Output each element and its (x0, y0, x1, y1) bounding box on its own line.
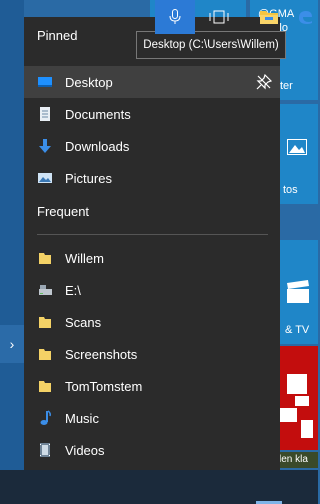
start-left-rail (0, 0, 24, 470)
documents-icon (37, 106, 53, 122)
music-icon (37, 410, 53, 426)
jump-item-label: Screenshots (65, 346, 138, 362)
microphone-icon (169, 9, 181, 24)
jump-item-scans[interactable]: Scans (24, 306, 280, 338)
tile-bottom[interactable]: len kla (275, 452, 318, 468)
jump-item-documents[interactable]: Documents (24, 98, 280, 130)
jump-item-pictures[interactable]: Pictures (24, 162, 280, 194)
tile-mail-label: ter (280, 80, 293, 92)
jump-item-desktop[interactable]: Desktop (24, 66, 280, 98)
jump-item-label: Documents (65, 106, 131, 122)
folder-icon (37, 314, 53, 330)
jump-item-label: TomTomstem (65, 378, 143, 394)
frequent-header: Frequent (37, 204, 90, 219)
desktop-tooltip: Desktop (C:\Users\Willem) (136, 31, 286, 59)
jump-item-e-drive[interactable]: E:\ (24, 274, 280, 306)
edge-button[interactable] (292, 0, 318, 34)
cortana-mic-button[interactable] (155, 0, 195, 34)
jump-item-willem[interactable]: Willem (24, 242, 280, 274)
jump-item-label: Music (65, 410, 99, 426)
pinned-header: Pinned (37, 28, 78, 43)
pictures-icon (37, 170, 53, 186)
jump-item-videos[interactable]: Videos (24, 434, 280, 466)
tile-game[interactable] (275, 346, 318, 450)
videos-icon (37, 442, 53, 458)
jump-item-screenshots[interactable]: Screenshots (24, 338, 280, 370)
file-explorer-icon (260, 11, 278, 24)
expand-arrow-button[interactable]: › (0, 325, 24, 363)
jump-item-label: Videos (65, 442, 105, 458)
folder-icon (37, 250, 53, 266)
clapperboard-icon (287, 280, 309, 303)
photo-icon (287, 139, 307, 155)
jump-item-label: Willem (65, 250, 104, 266)
tile-photos-label: tos (283, 184, 298, 196)
tile-photos[interactable]: tos (275, 104, 318, 204)
edge-icon (299, 11, 312, 24)
jump-item-tomtomstem[interactable]: TomTomstem (24, 370, 280, 402)
tile-movies[interactable]: & TV (275, 240, 318, 344)
folder-icon (37, 346, 53, 362)
jump-item-label: Scans (65, 314, 102, 330)
jump-item-label: Pictures (65, 170, 112, 186)
taskbar (0, 470, 318, 504)
jump-item-label: Downloads (65, 138, 130, 154)
tile-movies-label: & TV (285, 324, 310, 336)
jump-item-label: E:\ (65, 282, 81, 298)
chevron-right-icon: › (9, 336, 15, 352)
tile-bottom-label: len kla (279, 454, 308, 465)
desktop-icon (37, 74, 53, 90)
task-view-icon (209, 10, 229, 24)
downloads-icon (37, 138, 53, 154)
task-view-button[interactable] (198, 0, 240, 34)
explorer-jump-list: Pinned Desktop Documents Downloads Pictu… (24, 17, 280, 470)
jump-item-downloads[interactable]: Downloads (24, 130, 280, 162)
divider (37, 234, 268, 235)
folder-icon (37, 378, 53, 394)
unpin-icon[interactable] (256, 73, 273, 90)
drive-icon (37, 282, 53, 298)
jump-item-label: Desktop (65, 74, 113, 90)
file-explorer-button[interactable] (250, 0, 288, 34)
jump-item-music[interactable]: Music (24, 402, 280, 434)
